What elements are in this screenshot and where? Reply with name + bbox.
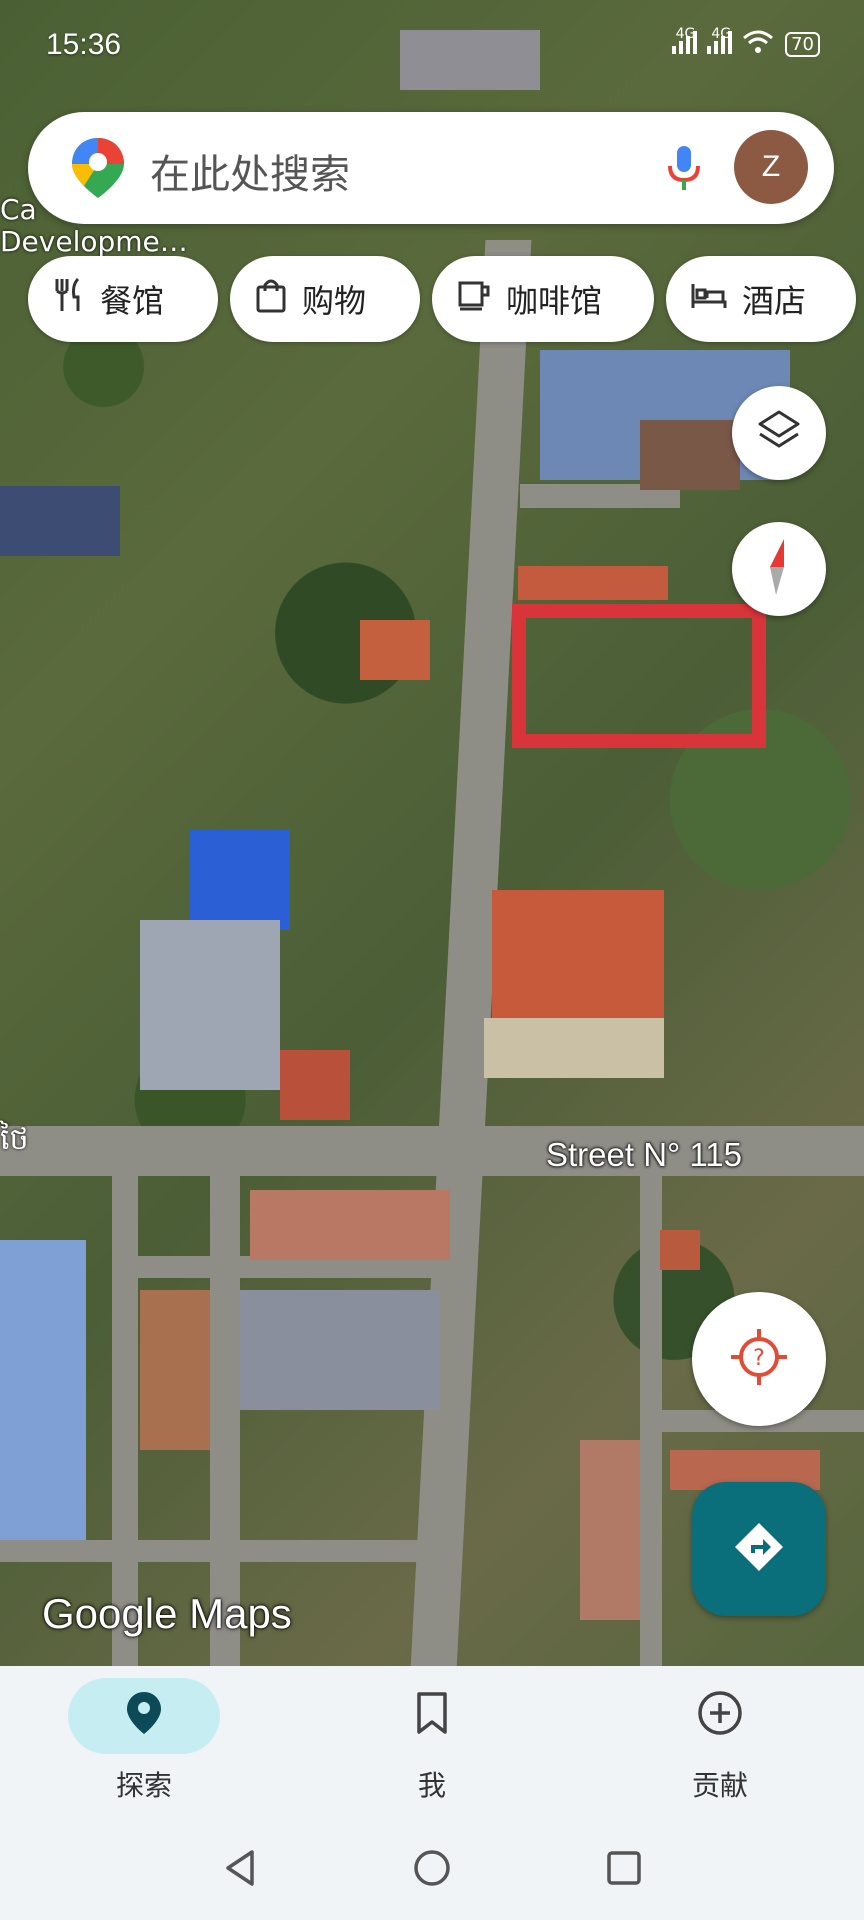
nav-explore[interactable]: 探索 <box>54 1678 234 1804</box>
building-red-roof <box>518 566 668 600</box>
status-bar: 15:36 4G 4G 70 <box>0 0 864 90</box>
chip-label: 咖啡馆 <box>506 282 603 320</box>
nav-contribute-pill <box>644 1678 796 1754</box>
chip-shopping[interactable]: 购物 <box>230 256 420 342</box>
building-cluster-3 <box>240 1290 440 1410</box>
network-type-2: 4G <box>711 25 732 42</box>
google-maps-logo-icon <box>68 136 128 200</box>
restaurant-icon <box>52 277 86 321</box>
building-temple <box>492 890 664 1020</box>
svg-text:?: ? <box>753 1346 765 1371</box>
battery-icon: 70 <box>785 32 820 57</box>
building-brown <box>640 420 740 490</box>
chip-label: 酒店 <box>742 282 807 320</box>
building-blue-left <box>0 1240 86 1540</box>
chip-restaurants[interactable]: 餐馆 <box>28 256 218 342</box>
compass-icon <box>756 537 802 601</box>
nav-explore-pill <box>68 1678 220 1754</box>
building-cluster-1 <box>250 1190 450 1260</box>
bookmark-icon <box>414 1691 450 1742</box>
shopping-bag-icon <box>254 277 288 321</box>
bottom-navigation: 探索 我 贡献 <box>0 1666 864 1826</box>
microphone-icon[interactable] <box>656 140 712 200</box>
street-label[interactable]: Street N° 115 <box>546 1136 742 1174</box>
building-cluster-4 <box>580 1440 640 1620</box>
recents-square-icon[interactable] <box>604 1848 644 1892</box>
bed-icon <box>690 278 728 320</box>
system-navigation-bar <box>0 1826 864 1920</box>
road-right-vertical <box>640 1176 662 1666</box>
building-temple-base <box>484 1018 664 1078</box>
network-type-1: 4G <box>675 25 696 42</box>
place-label-line2: Developme… <box>0 225 188 258</box>
directions-icon <box>731 1519 787 1579</box>
nav-me-pill <box>356 1678 508 1754</box>
chip-label: 餐馆 <box>100 282 165 320</box>
home-circle-icon[interactable] <box>412 1848 452 1892</box>
building-cluster-2 <box>140 1290 210 1450</box>
location-pin-icon <box>124 1690 164 1743</box>
chip-cafes[interactable]: 咖啡馆 <box>432 256 654 342</box>
edge-street-label: ថៃ <box>0 1122 29 1157</box>
layers-button[interactable] <box>732 386 826 480</box>
back-triangle-icon[interactable] <box>222 1848 258 1892</box>
nav-label: 我 <box>417 1769 446 1802</box>
layers-icon <box>756 408 802 458</box>
my-location-button[interactable]: ? <box>692 1292 826 1426</box>
nav-contribute[interactable]: 贡献 <box>630 1678 810 1804</box>
search-bar[interactable]: 在此处搜索 Z <box>28 112 834 224</box>
status-time: 15:36 <box>46 28 122 61</box>
building-grey-roof <box>140 920 280 1090</box>
building-small-red <box>360 620 430 680</box>
nav-label: 贡献 <box>691 1769 748 1802</box>
directions-button[interactable] <box>692 1482 826 1616</box>
building-blue-roof <box>190 830 290 930</box>
chip-label: 购物 <box>302 282 367 320</box>
building-red-right <box>660 1230 700 1270</box>
google-maps-watermark: Google Maps <box>42 1590 292 1637</box>
chip-hotels[interactable]: 酒店 <box>666 256 856 342</box>
building-small-red2 <box>280 1050 350 1120</box>
add-circle-icon <box>696 1689 744 1744</box>
nav-label: 探索 <box>115 1769 172 1802</box>
wifi-icon <box>741 28 775 61</box>
road-horizontal-lower2 <box>0 1540 460 1562</box>
my-location-icon: ? <box>729 1327 789 1391</box>
marked-plot-highlight <box>512 604 766 748</box>
building-roof-left <box>0 486 120 556</box>
status-icons: 4G 4G 70 <box>670 25 820 61</box>
search-input[interactable]: 在此处搜索 <box>150 142 350 200</box>
compass-button[interactable] <box>732 522 826 616</box>
battery-level: 70 <box>791 34 814 55</box>
nav-me[interactable]: 我 <box>342 1678 522 1804</box>
coffee-cup-icon <box>456 277 492 321</box>
account-avatar[interactable]: Z <box>734 130 808 204</box>
